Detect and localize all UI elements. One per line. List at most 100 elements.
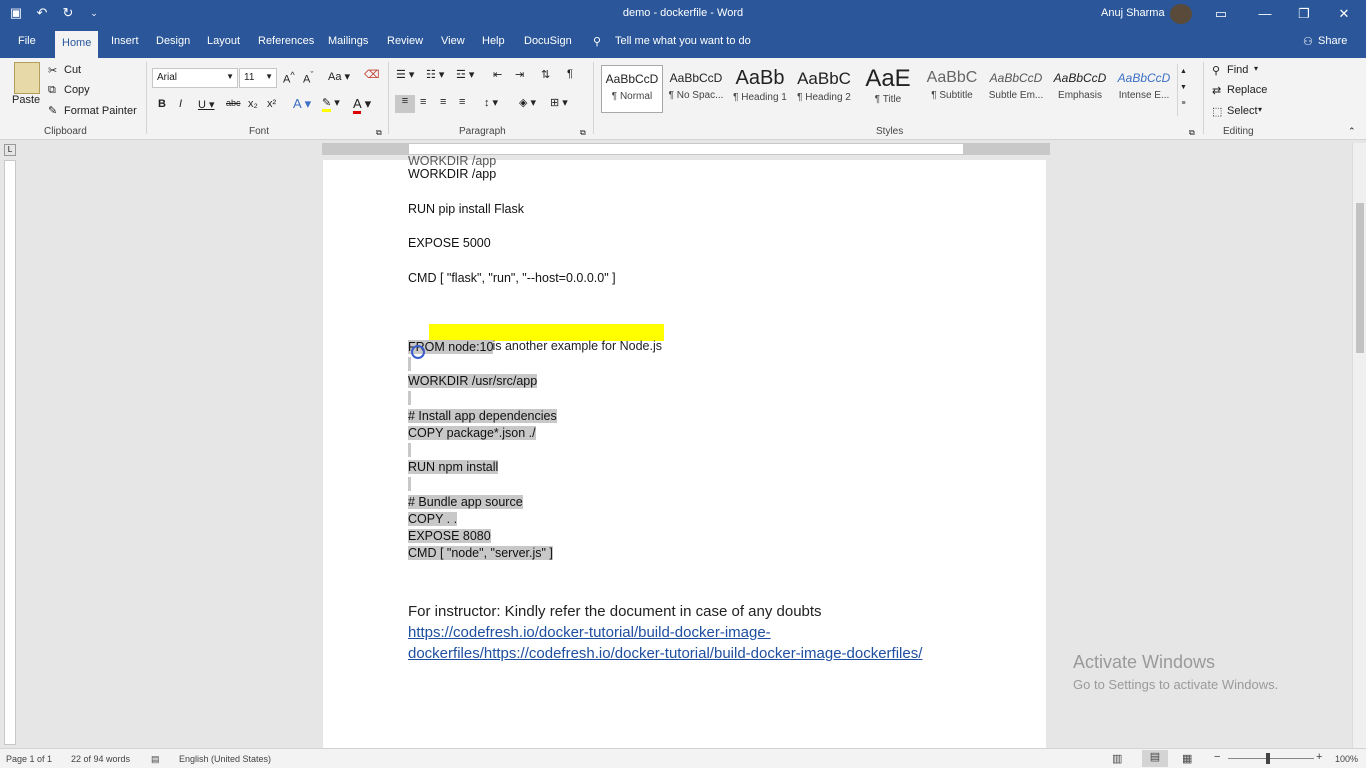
style-normal[interactable]: AaBbCcD ¶ Normal [601,65,663,113]
paste-button[interactable]: Paste [12,94,40,106]
shrink-font-icon[interactable]: Aˇ [303,70,313,86]
underline-icon[interactable]: U ▾ [198,98,215,111]
restore-icon[interactable]: ❐ [1293,3,1315,25]
highlight-color-icon[interactable]: ✎ ▾ [322,96,340,112]
align-center-icon[interactable]: ≡ [420,96,426,108]
change-case-icon[interactable]: Aa ▾ [328,70,350,83]
proofing-icon[interactable]: ▤ [151,754,160,765]
zoom-slider[interactable] [1228,758,1314,759]
tab-home[interactable]: Home [55,31,99,58]
select-icon[interactable]: ⬚ [1212,105,1222,118]
chevron-down-icon[interactable]: ▾ [1254,64,1258,73]
tab-selector-icon[interactable]: L [4,144,16,156]
minimize-icon[interactable]: — [1254,3,1276,25]
font-size-value: 11 [244,72,255,83]
superscript-icon[interactable]: x² [267,98,276,110]
tab-help[interactable]: Help [482,35,505,47]
style-subtitle[interactable]: AaBbC ¶ Subtitle [921,65,983,113]
vertical-scrollbar[interactable] [1352,143,1366,748]
bold-icon[interactable]: B [158,98,166,110]
italic-icon[interactable]: I [179,98,182,110]
reference-link[interactable]: https://codefresh.io/docker-tutorial/bui… [408,624,771,641]
show-formatting-icon[interactable]: ¶ [567,68,573,80]
word-count[interactable]: 22 of 94 words [71,754,130,764]
font-size-select[interactable]: 11 ▼ [239,68,277,88]
zoom-slider-thumb[interactable] [1266,753,1270,764]
zoom-out-icon[interactable]: − [1214,751,1220,763]
align-left-icon[interactable]: ≡ [395,95,415,113]
style-title[interactable]: AaE ¶ Title [857,65,919,113]
reference-link[interactable]: dockerfiles/https://codefresh.io/docker-… [408,645,922,662]
share-icon[interactable]: ⚇ [1303,35,1313,48]
ribbon-display-options-icon[interactable]: ▭ [1210,3,1232,25]
tab-references[interactable]: References [258,35,314,47]
format-painter-icon[interactable]: ✎ [48,104,57,117]
tab-design[interactable]: Design [156,35,190,47]
vertical-ruler[interactable] [4,160,16,745]
cut-icon[interactable]: ✂ [48,64,57,77]
styles-scroll[interactable]: ▲ ▼ ≡ [1177,64,1189,116]
styles-dialog-launcher-icon[interactable]: ⧉ [1189,128,1195,138]
copy-button[interactable]: Copy [64,84,90,96]
bullets-icon[interactable]: ☰ ▾ [396,68,414,81]
zoom-level[interactable]: 100% [1335,754,1358,764]
tab-docusign[interactable]: DocuSign [524,35,572,47]
select-button[interactable]: Select [1227,105,1258,117]
style-heading-1[interactable]: AaBb ¶ Heading 1 [729,65,791,113]
shading-icon[interactable]: ◈ ▾ [519,96,536,109]
tab-layout[interactable]: Layout [207,35,240,47]
print-layout-icon[interactable]: ▤ [1142,750,1168,767]
tab-mailings[interactable]: Mailings [328,35,368,47]
tab-insert[interactable]: Insert [111,35,139,47]
grow-font-icon[interactable]: A^ [283,70,295,86]
find-icon[interactable]: ⚲ [1212,64,1220,77]
style-heading-2[interactable]: AaBbC ¶ Heading 2 [793,65,855,113]
justify-icon[interactable]: ≡ [459,96,465,108]
tab-view[interactable]: View [441,35,465,47]
multilevel-list-icon[interactable]: ☲ ▾ [456,68,474,81]
style-intense-emphasis[interactable]: AaBbCcD Intense E... [1113,65,1175,113]
tab-review[interactable]: Review [387,35,423,47]
copy-icon[interactable]: ⧉ [48,84,56,97]
tell-me-search[interactable]: Tell me what you want to do [615,35,751,47]
share-button[interactable]: Share [1318,35,1347,47]
align-right-icon[interactable]: ≡ [440,96,446,108]
numbering-icon[interactable]: ☷ ▾ [426,68,444,81]
web-layout-icon[interactable]: ▦ [1182,752,1192,765]
find-button[interactable]: Find [1227,64,1248,76]
chevron-down-icon[interactable]: ▾ [1258,105,1262,114]
replace-button[interactable]: Replace [1227,84,1267,96]
format-painter-button[interactable]: Format Painter [64,105,137,117]
replace-icon[interactable]: ⇄ [1212,84,1221,97]
close-icon[interactable]: ✕ [1333,3,1355,25]
subscript-icon[interactable]: x₂ [248,98,258,110]
style-emphasis[interactable]: AaBbCcD Emphasis [1049,65,1111,113]
style-subtle-emphasis[interactable]: AaBbCcD Subtle Em... [985,65,1047,113]
language-indicator[interactable]: English (United States) [179,754,271,764]
read-mode-icon[interactable]: ▥ [1112,752,1122,765]
scrollbar-thumb[interactable] [1356,203,1364,353]
increase-indent-icon[interactable]: ⇥ [515,68,524,81]
cut-button[interactable]: Cut [64,64,81,76]
style-no-spacing[interactable]: AaBbCcD ¶ No Spac... [665,65,727,113]
font-name-select[interactable]: Arial ▼ [152,68,238,88]
text-effects-icon[interactable]: A ▾ [293,96,311,112]
font-dialog-launcher-icon[interactable]: ⧉ [376,128,382,138]
avatar[interactable] [1170,4,1192,24]
document-page[interactable]: WORKDIR /app WORKDIR /app RUN pip instal… [323,154,1046,748]
tab-file[interactable]: File [18,35,36,47]
user-name[interactable]: Anuj Sharma [1101,7,1165,19]
zoom-in-icon[interactable]: + [1316,751,1322,763]
clear-formatting-icon[interactable]: ⌫ [364,68,380,81]
decrease-indent-icon[interactable]: ⇤ [493,68,502,81]
style-sample: AaBbC [926,69,978,86]
paste-icon[interactable] [14,62,40,94]
font-color-icon[interactable]: A ▾ [353,96,371,114]
paragraph-dialog-launcher-icon[interactable]: ⧉ [580,128,586,138]
sort-icon[interactable]: ⇅ [541,68,550,81]
line-spacing-icon[interactable]: ↕ ▾ [484,96,498,109]
collapse-ribbon-icon[interactable]: ⌃ [1348,126,1356,137]
page-count[interactable]: Page 1 of 1 [6,754,52,764]
strikethrough-icon[interactable]: abc [226,98,241,108]
borders-icon[interactable]: ⊞ ▾ [550,96,568,109]
